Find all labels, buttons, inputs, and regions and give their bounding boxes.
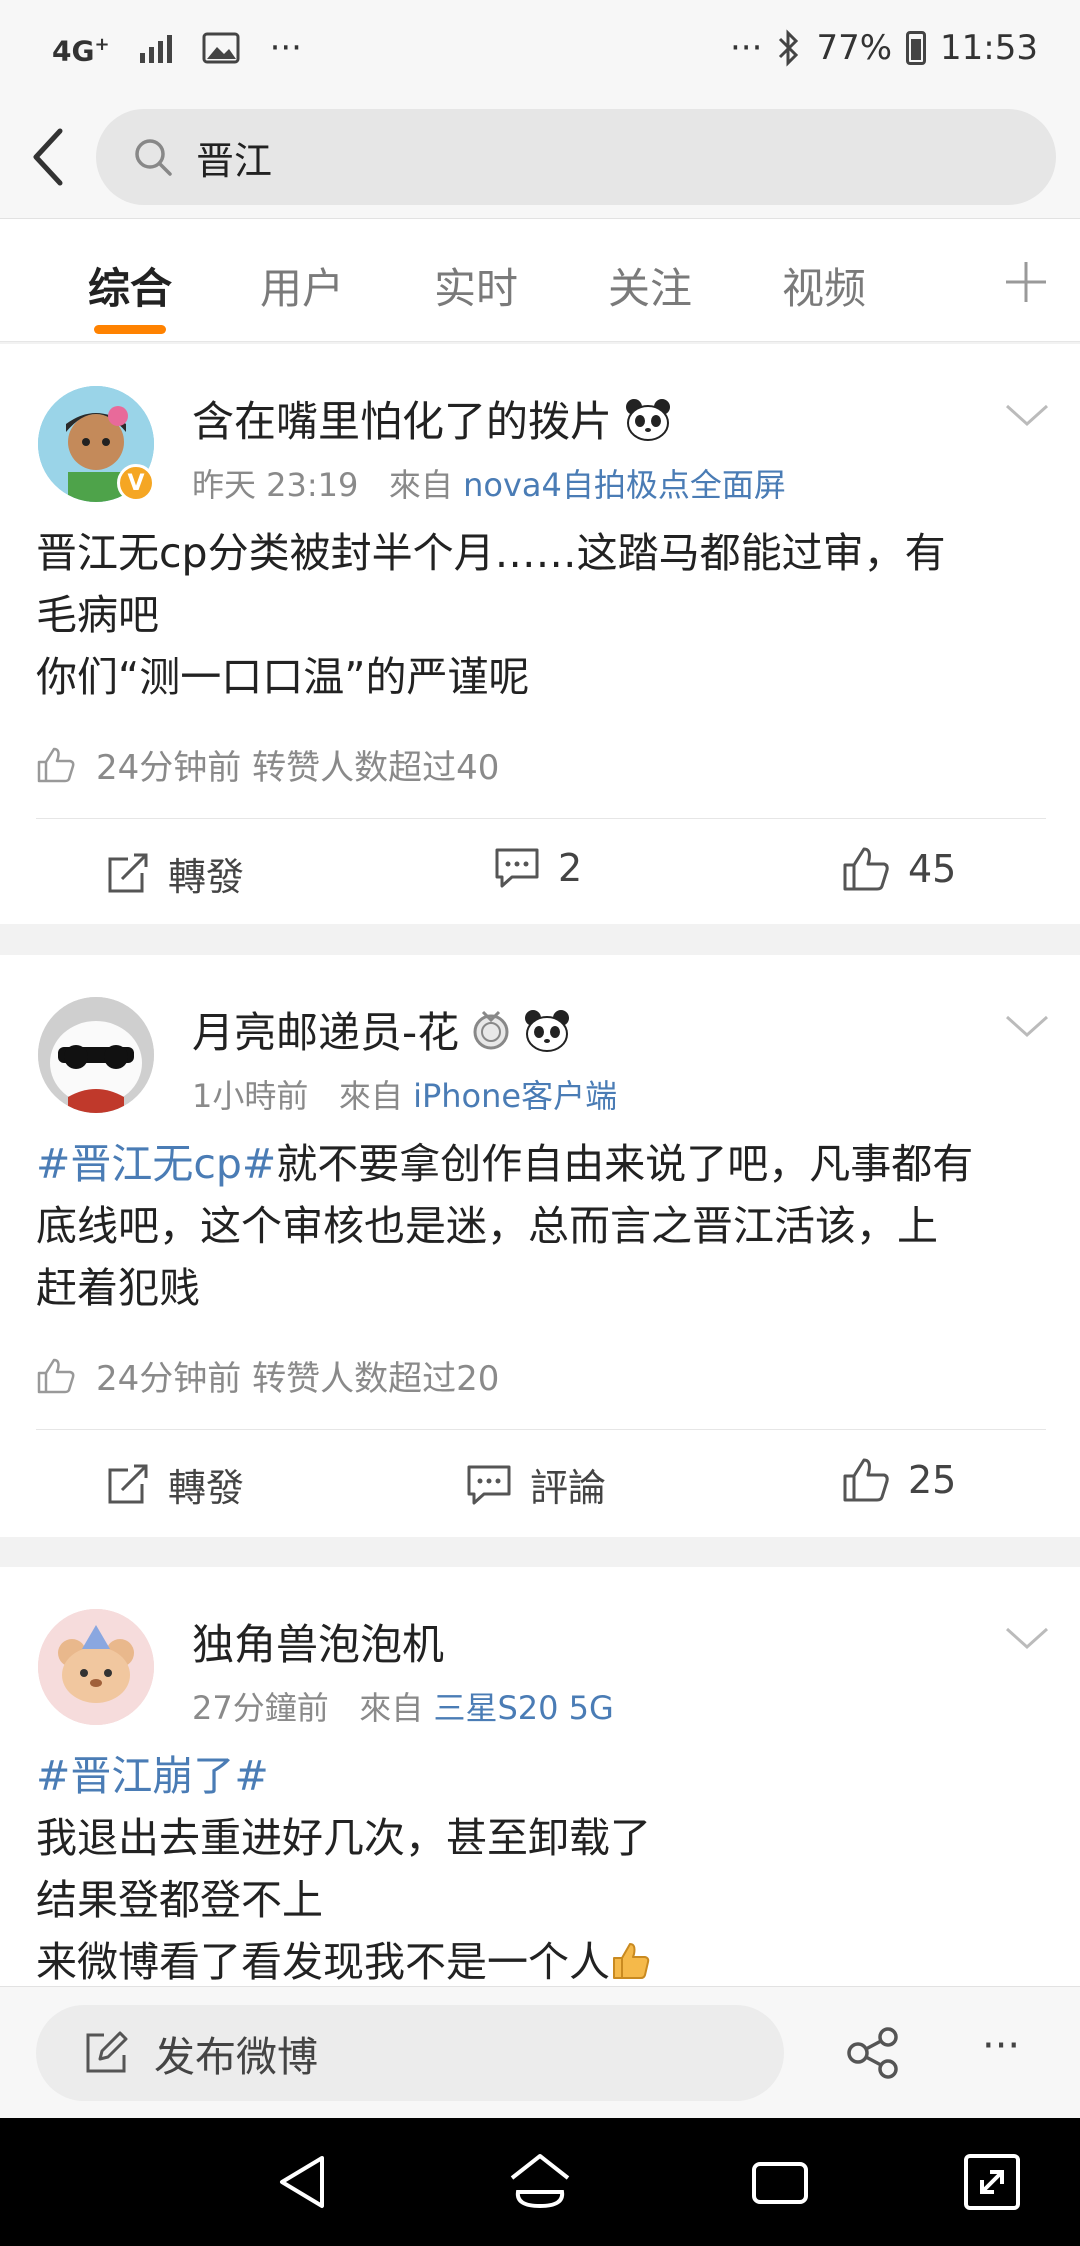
- tab-following[interactable]: 关注: [580, 255, 720, 316]
- more-options-button[interactable]: ···: [982, 2023, 1020, 2069]
- tab-realtime[interactable]: 实时: [406, 255, 546, 316]
- chevron-down-icon[interactable]: [1004, 400, 1050, 430]
- hashtag-link[interactable]: #晋江崩了#: [36, 1752, 269, 1800]
- post-source[interactable]: iPhone客户端: [413, 1077, 617, 1115]
- post-source[interactable]: 三星S20 5G: [433, 1689, 613, 1727]
- network-indicator: 4G+: [52, 33, 110, 68]
- post-author[interactable]: 月亮邮递员-花: [192, 999, 571, 1060]
- image-notification-icon: [202, 32, 240, 64]
- like-icon: [843, 847, 889, 891]
- nav-expand-icon[interactable]: [958, 2148, 1026, 2216]
- tab-users[interactable]: 用户: [232, 255, 372, 316]
- status-dots-icon: ···: [730, 28, 763, 68]
- social-proof: 24分钟前 转赞人数超过40: [36, 740, 499, 789]
- like-icon: [843, 1458, 889, 1502]
- post-meta: 昨天 23:19 來自 nova4自拍极点全面屏: [192, 466, 786, 504]
- avatar[interactable]: [38, 1609, 154, 1725]
- compose-post-button[interactable]: 发布微博: [36, 2005, 784, 2101]
- comment-icon: [467, 1465, 511, 1504]
- post-content[interactable]: #晋江无cp#就不要拿创作自由来说了吧，凡事都有 底线吧，这个审核也是迷，总而言…: [36, 1133, 1046, 1319]
- edit-icon: [86, 2031, 128, 2073]
- bluetooth-icon: [779, 29, 799, 67]
- search-header: 晋江: [0, 96, 1080, 218]
- status-bar: 4G+ ··· ··· 77% 11:53: [0, 0, 1080, 96]
- post-author[interactable]: 含在嘴里怕化了的拨片: [192, 388, 672, 449]
- comment-button[interactable]: 評論: [466, 1457, 606, 1512]
- panda-emoji-icon: [525, 1009, 570, 1052]
- post-content[interactable]: #晋江崩了# 我退出去重进好几次，甚至卸载了 结果登都登不上 来微博看了看发现我…: [36, 1745, 1046, 1986]
- chevron-down-icon[interactable]: [1004, 1623, 1050, 1653]
- hashtag-link[interactable]: #晋江无cp#: [36, 1140, 276, 1188]
- nav-home-icon[interactable]: [506, 2148, 574, 2216]
- like-button[interactable]: 45: [842, 846, 956, 892]
- back-button[interactable]: [0, 109, 96, 205]
- battery-percent: 77%: [816, 28, 893, 68]
- search-input[interactable]: 晋江: [96, 109, 1056, 205]
- verified-badge-icon: V: [117, 464, 155, 502]
- nav-recents-icon[interactable]: [746, 2148, 814, 2216]
- repost-button[interactable]: 轉發: [106, 1457, 244, 1512]
- system-nav-bar: [0, 2118, 1080, 2246]
- avatar[interactable]: [38, 997, 154, 1113]
- post-card[interactable]: V 含在嘴里怕化了的拨片 昨天 23:19 來自 nova4自拍极点全面屏 晋江…: [0, 344, 1080, 924]
- battery-icon: [906, 31, 927, 65]
- repost-icon: [108, 853, 148, 892]
- post-content[interactable]: 晋江无cp分类被封半个月……这踏马都能过审，有 毛病吧 你们“测一口口温”的严谨…: [36, 522, 1046, 708]
- signal-icon: [139, 33, 172, 63]
- social-proof: 24分钟前 转赞人数超过20: [36, 1351, 499, 1400]
- divider: [36, 1429, 1046, 1430]
- post-meta: 1小時前 來自 iPhone客户端: [192, 1077, 618, 1115]
- tab-video[interactable]: 视频: [754, 255, 894, 316]
- active-tab-indicator: [94, 325, 166, 334]
- filter-tabs: 综合 用户 实时 关注 视频: [0, 218, 1080, 342]
- clock: 11:53: [940, 28, 1038, 68]
- like-button[interactable]: 25: [842, 1457, 956, 1503]
- divider: [36, 818, 1046, 819]
- thumbs-up-icon: [37, 747, 75, 782]
- search-icon: [135, 139, 172, 176]
- bottom-compose-bar: 发布微博 ···: [0, 1986, 1080, 2118]
- share-icon[interactable]: [846, 2027, 902, 2079]
- back-arrow-icon: [33, 128, 63, 186]
- nav-back-icon[interactable]: [270, 2148, 338, 2216]
- repost-icon: [108, 1464, 148, 1503]
- more-notifications-icon: ···: [269, 28, 302, 68]
- post-source[interactable]: nova4自拍极点全面屏: [463, 466, 786, 504]
- chevron-down-icon[interactable]: [1004, 1011, 1050, 1041]
- comment-button[interactable]: 2: [494, 846, 582, 890]
- post-card[interactable]: 独角兽泡泡机 27分鐘前 來自 三星S20 5G #晋江崩了# 我退出去重进好几…: [0, 1567, 1080, 1986]
- post-author[interactable]: 独角兽泡泡机: [192, 1611, 444, 1672]
- tab-comprehensive[interactable]: 综合: [60, 255, 200, 334]
- panda-emoji-icon: [626, 398, 671, 441]
- post-card[interactable]: 月亮邮递员-花 1小時前 來自 iPhone客户端 #晋江无cp#就不要拿创作自…: [0, 955, 1080, 1537]
- post-meta: 27分鐘前 來自 三星S20 5G: [192, 1689, 614, 1727]
- comment-icon: [495, 848, 539, 888]
- add-tab-icon[interactable]: [996, 252, 1056, 312]
- thumbs-up-icon: [37, 1358, 75, 1393]
- search-query: 晋江: [196, 138, 273, 183]
- repost-button[interactable]: 轉發: [106, 846, 244, 901]
- thumbs-up-emoji-icon: [613, 1943, 650, 1979]
- medal-badge-icon: [473, 1010, 509, 1049]
